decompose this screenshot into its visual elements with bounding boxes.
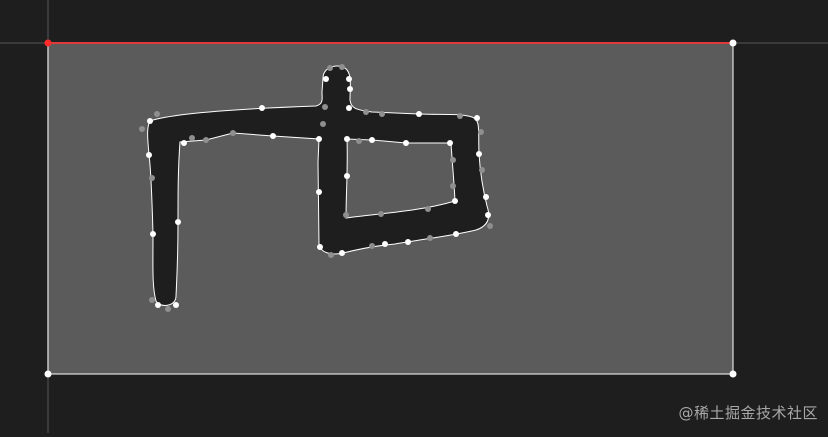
artboard-corner-handle-bottom-left[interactable] xyxy=(44,370,52,378)
point[interactable] xyxy=(476,151,482,157)
point[interactable] xyxy=(474,115,480,121)
editor-canvas[interactable]: @稀土掘金技术社区 xyxy=(0,0,828,433)
point[interactable] xyxy=(259,105,265,111)
point[interactable] xyxy=(317,244,323,250)
handle-point[interactable] xyxy=(487,223,493,229)
point[interactable] xyxy=(175,219,181,225)
point[interactable] xyxy=(316,136,322,142)
artboard[interactable] xyxy=(47,42,734,375)
point[interactable] xyxy=(485,212,491,218)
point[interactable] xyxy=(453,231,459,237)
point[interactable] xyxy=(347,86,353,92)
handle-point[interactable] xyxy=(363,109,369,115)
handle-point[interactable] xyxy=(149,175,155,181)
handle-point[interactable] xyxy=(230,130,236,136)
handle-point[interactable] xyxy=(320,121,326,127)
handle-point[interactable] xyxy=(379,111,385,117)
handle-point[interactable] xyxy=(203,137,209,143)
handle-point[interactable] xyxy=(328,252,334,258)
point[interactable] xyxy=(339,250,345,256)
point[interactable] xyxy=(382,241,388,247)
point[interactable] xyxy=(147,118,153,124)
point[interactable] xyxy=(344,136,350,142)
point[interactable] xyxy=(405,239,411,245)
handle-point[interactable] xyxy=(139,126,145,132)
point[interactable] xyxy=(346,105,352,111)
point[interactable] xyxy=(146,152,152,158)
handle-point[interactable] xyxy=(189,135,195,141)
handle-point[interactable] xyxy=(425,206,431,212)
point[interactable] xyxy=(346,76,352,82)
handle-point[interactable] xyxy=(450,183,456,189)
handle-point[interactable] xyxy=(478,129,484,135)
artboard-corner-handle-top-right[interactable] xyxy=(729,39,737,47)
handle-point[interactable] xyxy=(479,167,485,173)
point[interactable] xyxy=(369,137,375,143)
point[interactable] xyxy=(344,173,350,179)
watermark-text: @稀土掘金技术社区 xyxy=(678,404,818,422)
handle-point[interactable] xyxy=(322,104,328,110)
point[interactable] xyxy=(403,140,409,146)
handle-point[interactable] xyxy=(343,212,349,218)
handle-point[interactable] xyxy=(450,157,456,163)
handle-point[interactable] xyxy=(356,138,362,144)
point[interactable] xyxy=(447,140,453,146)
handle-point[interactable] xyxy=(327,65,333,71)
handle-point[interactable] xyxy=(149,297,155,303)
point[interactable] xyxy=(150,231,156,237)
artboard-corner-handle-top-left[interactable] xyxy=(44,39,52,47)
handle-point[interactable] xyxy=(427,235,433,241)
handle-point[interactable] xyxy=(378,211,384,217)
point[interactable] xyxy=(483,194,489,200)
point[interactable] xyxy=(452,198,458,204)
point[interactable] xyxy=(316,189,322,195)
handle-point[interactable] xyxy=(457,113,463,119)
point[interactable] xyxy=(173,302,179,308)
point[interactable] xyxy=(270,133,276,139)
handle-point[interactable] xyxy=(154,111,160,117)
point[interactable] xyxy=(416,111,422,117)
handle-point[interactable] xyxy=(165,306,171,312)
point[interactable] xyxy=(155,302,161,308)
point[interactable] xyxy=(323,76,329,82)
handle-point[interactable] xyxy=(369,243,375,249)
handle-point[interactable] xyxy=(339,64,345,70)
glyph-editor-svg[interactable] xyxy=(0,0,828,433)
point[interactable] xyxy=(181,140,187,146)
artboard-corner-handle-bottom-right[interactable] xyxy=(729,370,737,378)
